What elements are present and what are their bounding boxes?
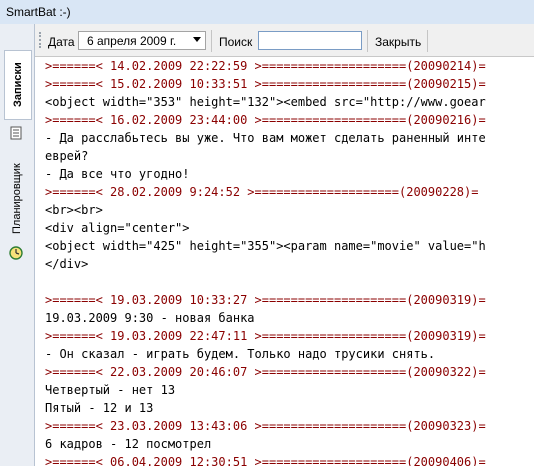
note-text-line: 6 кадров - 12 посмотрел [45, 437, 212, 451]
chevron-down-icon[interactable] [193, 37, 201, 42]
search-input[interactable] [258, 31, 362, 50]
tab-notes[interactable]: Записки [4, 50, 32, 120]
tab-scheduler[interactable]: Планировщик [4, 150, 30, 248]
date-picker[interactable]: 6 апреля 2009 г. [78, 31, 206, 50]
note-text-line: 19.03.2009 9:30 - новая банка [45, 311, 255, 325]
toolbar-separator [367, 30, 368, 52]
date-value: 6 апреля 2009 г. [87, 34, 177, 48]
note-text-line: - Да расслабьтесь вы уже. Что вам может … [45, 131, 486, 145]
note-header: >======< 19.03.2009 10:33:27 >==========… [45, 293, 486, 307]
note-header: >======< 16.02.2009 23:44:00 >==========… [45, 113, 486, 127]
note-text-line: - Он сказал - играть будем. Только надо … [45, 347, 436, 361]
note-header: >======< 22.03.2009 20:46:07 >==========… [45, 365, 486, 379]
toolbar-separator [211, 30, 212, 52]
search-label: Поиск [219, 35, 253, 49]
window-title: SmartBat :-) [6, 5, 71, 19]
note-header: >======< 15.02.2009 10:33:51 >==========… [45, 77, 486, 91]
note-header: >======< 06.04.2009 12:30:51 >==========… [45, 455, 486, 466]
date-label: Дата [48, 35, 75, 49]
sidebar: Записки Планировщик [0, 24, 35, 466]
note-header: >======< 23.03.2009 13:43:06 >==========… [45, 419, 486, 433]
title-bar: SmartBat :-) [0, 0, 534, 25]
note-header: >======< 28.02.2009 9:24:52 >===========… [45, 185, 479, 199]
note-text-line: <object width="425" height="355"><param … [45, 239, 486, 253]
note-header: >======< 19.03.2009 22:47:11 >==========… [45, 329, 486, 343]
note-text-line: <div align="center"> [45, 221, 190, 235]
toolbar: Дата 6 апреля 2009 г. Поиск Закрыть [35, 24, 534, 57]
note-text-line: Четвертый - нет 13 [45, 383, 176, 397]
notes-icon[interactable] [9, 126, 23, 140]
note-header: >======< 14.02.2009 22:22:59 >==========… [45, 59, 486, 73]
note-text-line: - Да все что угодно! [45, 167, 190, 181]
close-button[interactable]: Закрыть [375, 35, 421, 49]
notes-content[interactable]: >======< 14.02.2009 22:22:59 >==========… [35, 57, 534, 466]
note-text-line: <object width="353" height="132"><embed … [45, 95, 486, 109]
scheduler-icon[interactable] [9, 246, 23, 260]
toolbar-separator [427, 30, 428, 52]
note-text-line: </div> [45, 257, 89, 271]
note-text-line: Пятый - 12 и 13 [45, 401, 154, 415]
toolbar-grip[interactable] [39, 32, 44, 48]
note-text-line: еврей? [45, 149, 89, 163]
note-text-line: <br><br> [45, 203, 103, 217]
